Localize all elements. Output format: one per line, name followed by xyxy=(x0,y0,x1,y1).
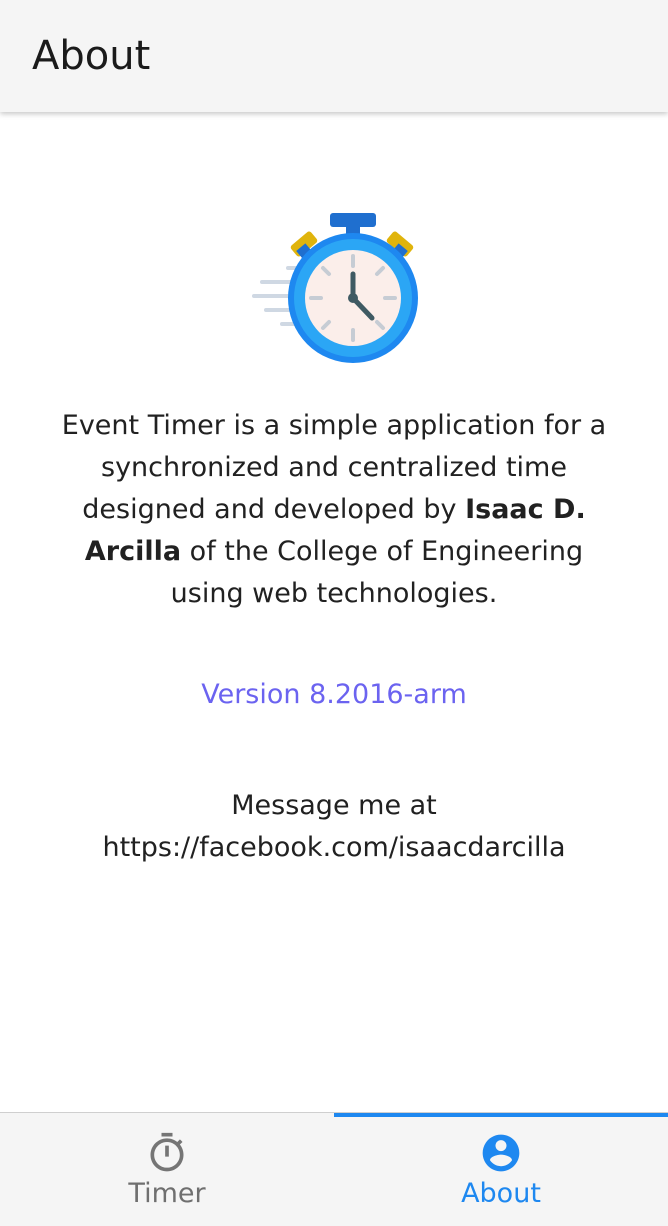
version-label[interactable]: Version 8.2016-arm xyxy=(0,674,668,716)
tab-indicator xyxy=(0,1113,334,1117)
tab-about-label: About xyxy=(461,1178,541,1209)
page-title: About xyxy=(32,33,151,79)
tab-about[interactable]: About xyxy=(334,1113,668,1226)
stopwatch-icon xyxy=(252,213,418,363)
about-content: Event Timer is a simple application for … xyxy=(0,112,668,1112)
app-description: Event Timer is a simple application for … xyxy=(60,405,608,615)
contact-line-message: Message me at xyxy=(231,790,437,821)
contact-facebook-link[interactable]: https://facebook.com/isaacdarcilla xyxy=(60,827,608,869)
account-circle-icon xyxy=(482,1134,520,1172)
app-bar: About xyxy=(0,0,668,112)
app-root: About Event Timer is a simple applicatio… xyxy=(0,0,668,1226)
bottom-navigation: Timer About xyxy=(0,1112,668,1226)
tab-timer[interactable]: Timer xyxy=(0,1113,334,1226)
contact-info: Message me at https://facebook.com/isaac… xyxy=(60,785,608,869)
timer-icon xyxy=(150,1132,184,1172)
tab-indicator xyxy=(334,1113,668,1117)
tab-timer-label: Timer xyxy=(128,1178,206,1209)
description-text-after: of the College of Engineering using web … xyxy=(170,536,584,609)
